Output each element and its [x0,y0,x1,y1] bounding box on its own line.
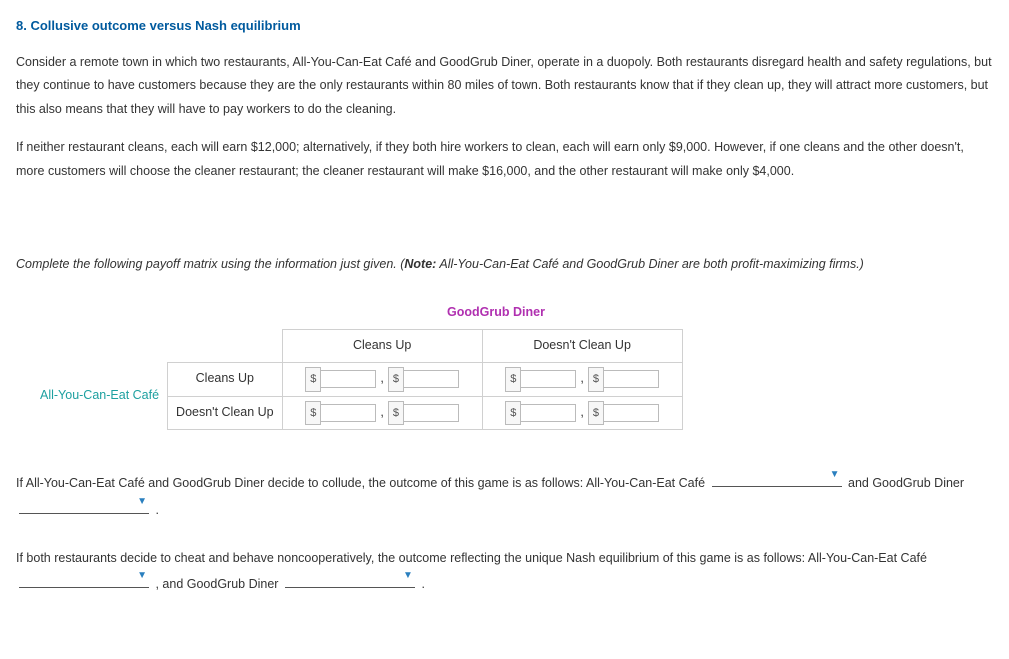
payoff-input-gg-cn[interactable] [604,370,659,388]
column-player-label: GoodGrub Diner [296,301,696,329]
chevron-down-icon: ▼ [403,565,413,586]
chevron-down-icon: ▼ [830,464,840,485]
paragraph-2: If neither restaurant cleans, each will … [16,136,993,184]
payoff-input-gg-nn[interactable] [604,404,659,422]
collude-text-c: . [155,503,158,517]
currency-prefix: $ [505,401,521,426]
collude-sentence: If All-You-Can-Eat Café and GoodGrub Din… [16,470,993,523]
payoff-input-ayc-nc[interactable] [321,404,376,422]
collude-dropdown-gg[interactable]: ▼ [19,498,149,514]
payoff-input-gg-nc[interactable] [404,404,459,422]
nash-dropdown-ayc[interactable]: ▼ [19,572,149,588]
row-header-doesnt: Doesn't Clean Up [168,396,283,430]
currency-prefix: $ [388,401,404,426]
payoff-input-ayc-cc[interactable] [321,370,376,388]
currency-prefix: $ [588,401,604,426]
paragraph-1: Consider a remote town in which two rest… [16,51,993,122]
chevron-down-icon: ▼ [137,565,147,586]
collude-dropdown-ayc[interactable]: ▼ [712,471,842,487]
currency-prefix: $ [305,401,321,426]
instruction-post: All-You-Can-Eat Café and GoodGrub Diner … [436,257,863,271]
cell-notclean-notclean: $,$ [482,396,682,430]
payoff-matrix: GoodGrub Diner Cleans Up Doesn't Clean U… [16,301,993,430]
collude-text-a: If All-You-Can-Eat Café and GoodGrub Din… [16,476,709,490]
payoff-input-ayc-cn[interactable] [521,370,576,388]
nash-sentence: If both restaurants decide to cheat and … [16,545,993,598]
chevron-down-icon: ▼ [137,491,147,512]
cell-clean-clean: $,$ [282,362,482,396]
nash-text-b: , and GoodGrub Diner [155,577,281,591]
row-player-label: All-You-Can-Eat Café [32,362,168,430]
instruction: Complete the following payoff matrix usi… [16,253,993,277]
payoff-input-gg-cc[interactable] [404,370,459,388]
cell-clean-notclean: $,$ [482,362,682,396]
currency-prefix: $ [588,367,604,392]
question-title: 8. Collusive outcome versus Nash equilib… [16,14,993,39]
note-label: Note: [404,257,436,271]
cell-notclean-clean: $,$ [282,396,482,430]
payoff-input-ayc-nn[interactable] [521,404,576,422]
nash-text-c: . [421,577,424,591]
currency-prefix: $ [388,367,404,392]
currency-prefix: $ [305,367,321,392]
nash-text-a: If both restaurants decide to cheat and … [16,551,927,565]
nash-dropdown-gg[interactable]: ▼ [285,572,415,588]
row-header-cleans: Cleans Up [168,362,283,396]
col-header-doesnt: Doesn't Clean Up [482,329,682,362]
currency-prefix: $ [505,367,521,392]
collude-text-b: and GoodGrub Diner [848,476,964,490]
instruction-pre: Complete the following payoff matrix usi… [16,257,404,271]
col-header-cleans: Cleans Up [282,329,482,362]
